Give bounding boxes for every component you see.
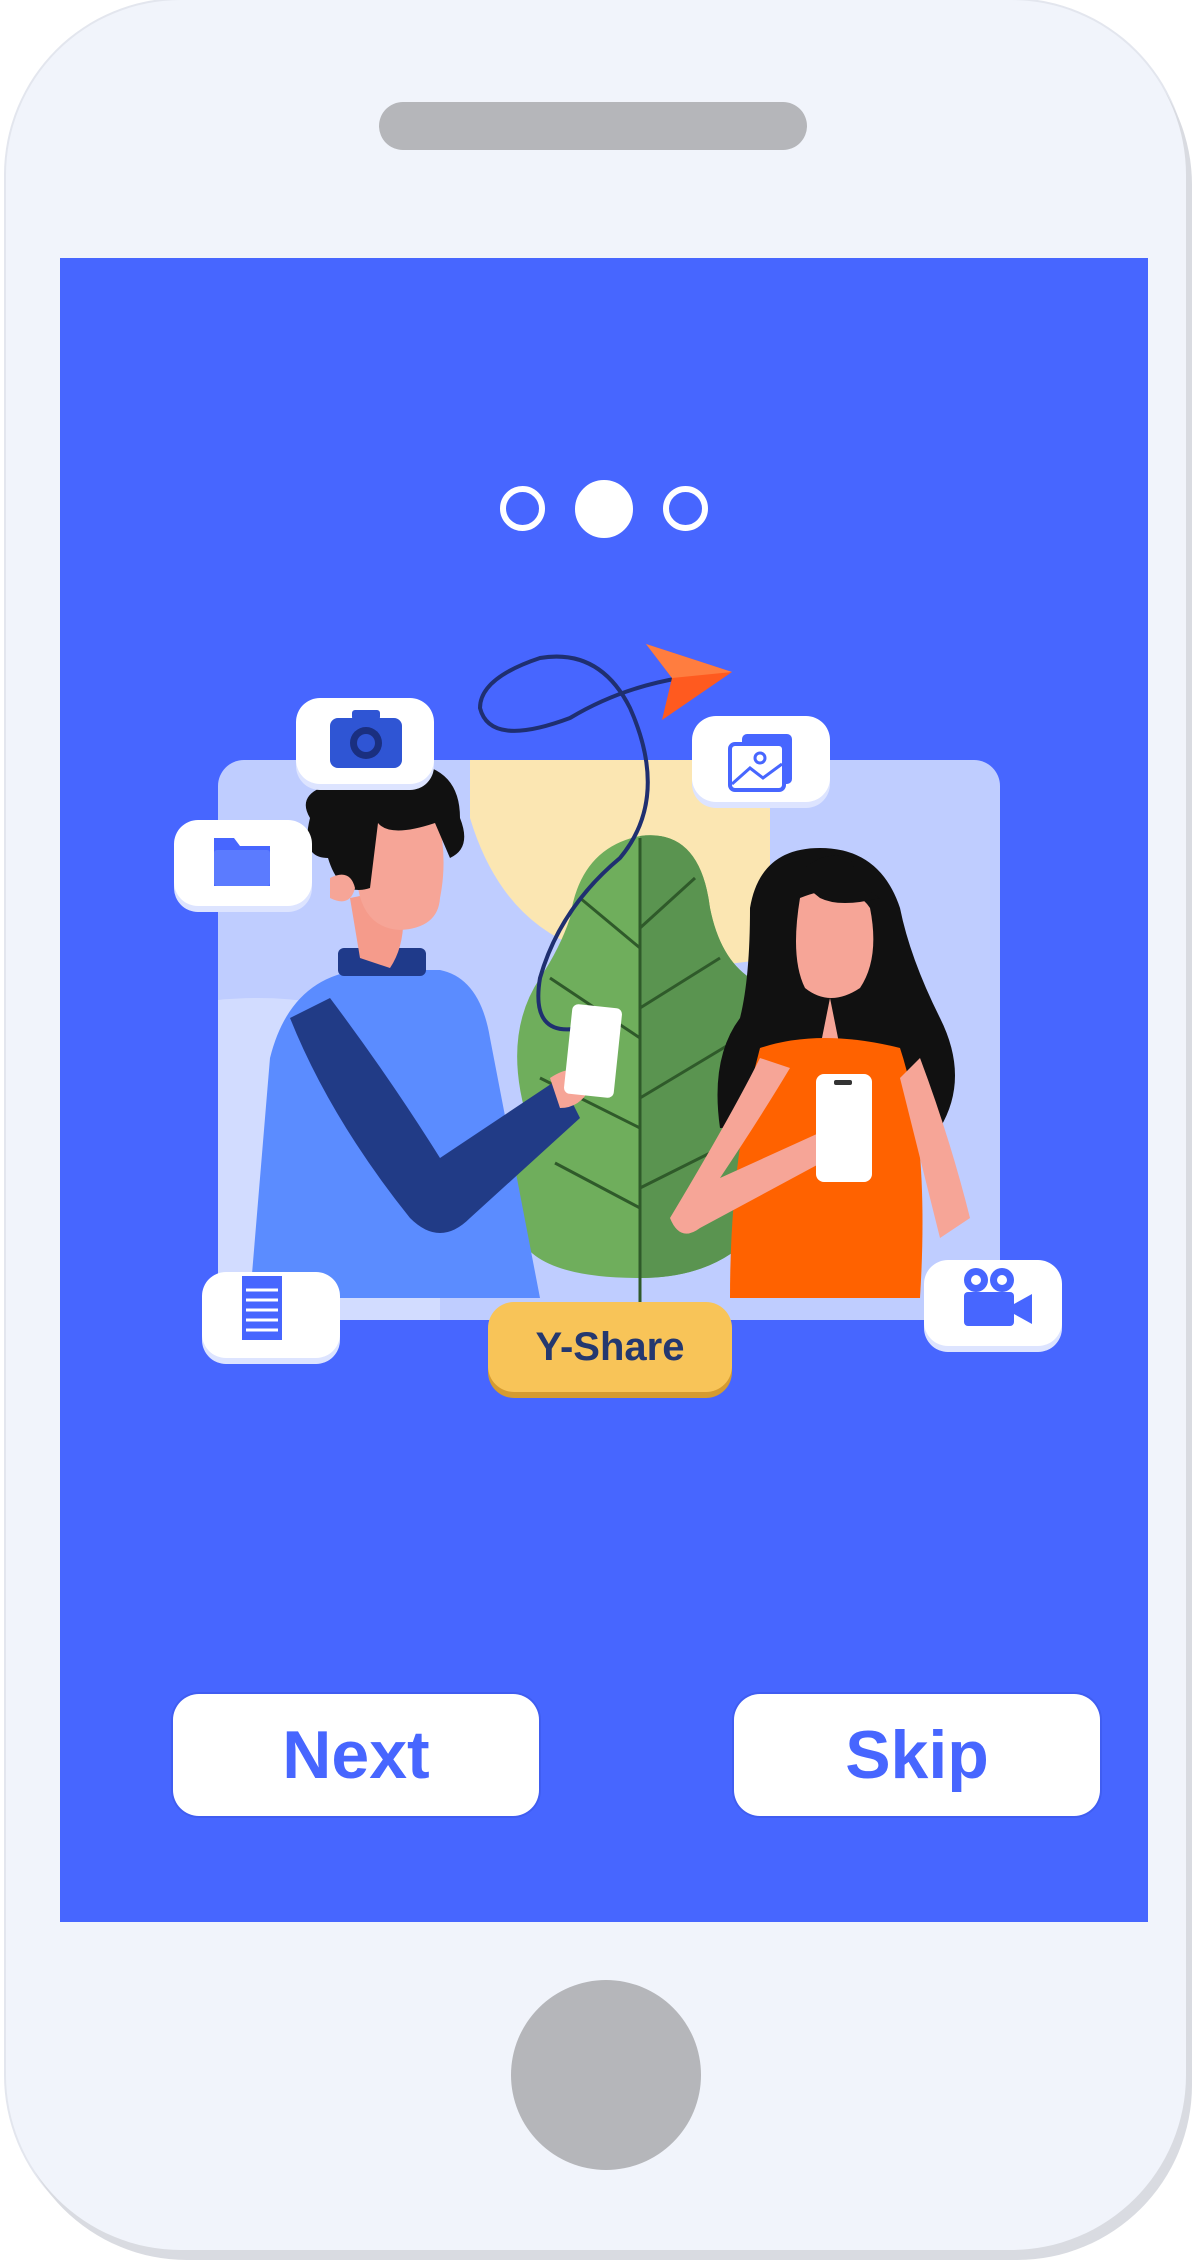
video-chip	[924, 1260, 1062, 1352]
document-chip	[202, 1272, 340, 1364]
onboarding-screen: Y-Share Next Skip	[60, 258, 1148, 1922]
next-button[interactable]: Next	[173, 1694, 539, 1816]
home-button[interactable]	[511, 1980, 701, 2170]
camera-chip	[296, 698, 434, 790]
folder-chip	[174, 820, 312, 912]
image-icon	[728, 734, 792, 792]
document-icon	[242, 1276, 282, 1340]
skip-button[interactable]: Skip	[734, 1694, 1100, 1816]
camera-icon	[330, 710, 402, 768]
image-chip	[692, 716, 830, 808]
speaker-slot	[379, 102, 807, 150]
sharing-illustration	[174, 644, 1062, 1364]
phone-frame: Y-Share Next Skip	[6, 0, 1186, 2250]
app-name-badge: Y-Share	[488, 1302, 732, 1392]
